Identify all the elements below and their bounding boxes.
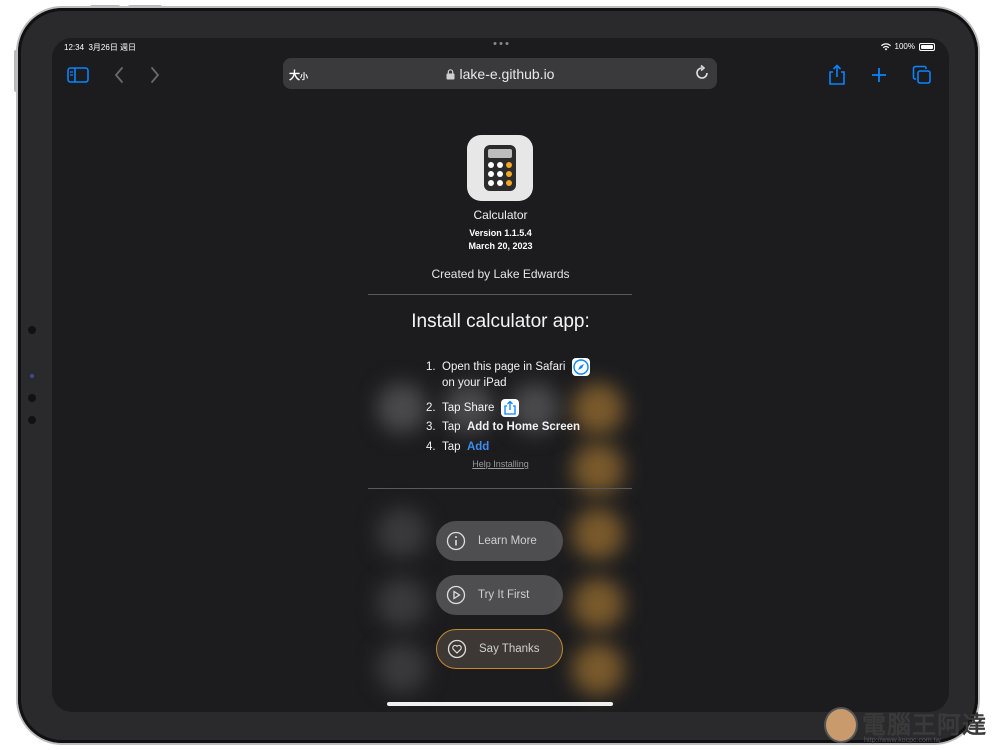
watermark-text: 電腦王阿達 [862, 712, 987, 739]
calculator-icon [484, 145, 516, 191]
step-number: 4. [426, 441, 436, 453]
step-number: 2. [426, 402, 436, 415]
step-bold-text: Add to Home Screen [466, 421, 581, 433]
step-text: Tap Share [442, 402, 495, 415]
step-text: Tap [442, 441, 464, 453]
divider-top [368, 294, 632, 295]
step-number: 1. [426, 361, 436, 374]
step-text: Open this page in Safari [442, 361, 566, 374]
install-step-1: 1. Open this page in Safari on your iPad [426, 358, 590, 389]
share-badge-icon [500, 399, 519, 417]
calculator-app-icon [467, 135, 533, 201]
play-icon [446, 585, 466, 605]
try-it-first-button[interactable]: Try It First [436, 575, 563, 615]
try-it-first-label: Try It First [478, 589, 530, 601]
say-thanks-button[interactable]: Say Thanks [436, 629, 563, 669]
watermark-url: http://www.kocpc.com.tw [864, 737, 941, 744]
web-content: Calculator Version 1.1.5.4 March 20, 202… [52, 38, 949, 712]
app-author: Created by Lake Edwards [431, 267, 570, 281]
step-text: Tap [442, 421, 464, 433]
side-sensor-dot [30, 374, 34, 378]
learn-more-label: Learn More [478, 535, 537, 547]
divider-bottom [368, 488, 632, 489]
app-date: March 20, 2023 [468, 241, 533, 251]
learn-more-button[interactable]: Learn More [436, 521, 563, 561]
side-mic-dot-2 [28, 416, 36, 424]
step-text-line2: on your iPad [442, 377, 507, 389]
install-step-3: 3. Tap Add to Home Screen [426, 421, 580, 433]
app-version: Version 1.1.5.4 [469, 228, 532, 238]
info-icon [446, 531, 466, 551]
install-step-4: 4. Tap Add [426, 441, 489, 453]
step-number: 3. [426, 421, 436, 433]
help-installing-link[interactable]: Help Installing [52, 459, 949, 469]
install-title: Install calculator app: [411, 311, 590, 332]
side-camera-dot [28, 326, 36, 334]
watermark: 電腦王阿達 http://www.kocpc.com.tw [824, 703, 994, 747]
side-mic-dot [28, 394, 36, 402]
safari-icon [571, 358, 590, 376]
say-thanks-label: Say Thanks [479, 643, 540, 655]
app-name: Calculator [473, 208, 528, 222]
install-step-2: 2. Tap Share [426, 399, 519, 417]
heart-icon [447, 639, 467, 659]
watermark-mascot-icon [824, 707, 858, 743]
step-add-link: Add [466, 441, 490, 453]
home-indicator[interactable] [387, 702, 613, 706]
ipad-screen: 12:34 3月26日 週日 100% 大小 lake-e.github.io [52, 38, 949, 712]
